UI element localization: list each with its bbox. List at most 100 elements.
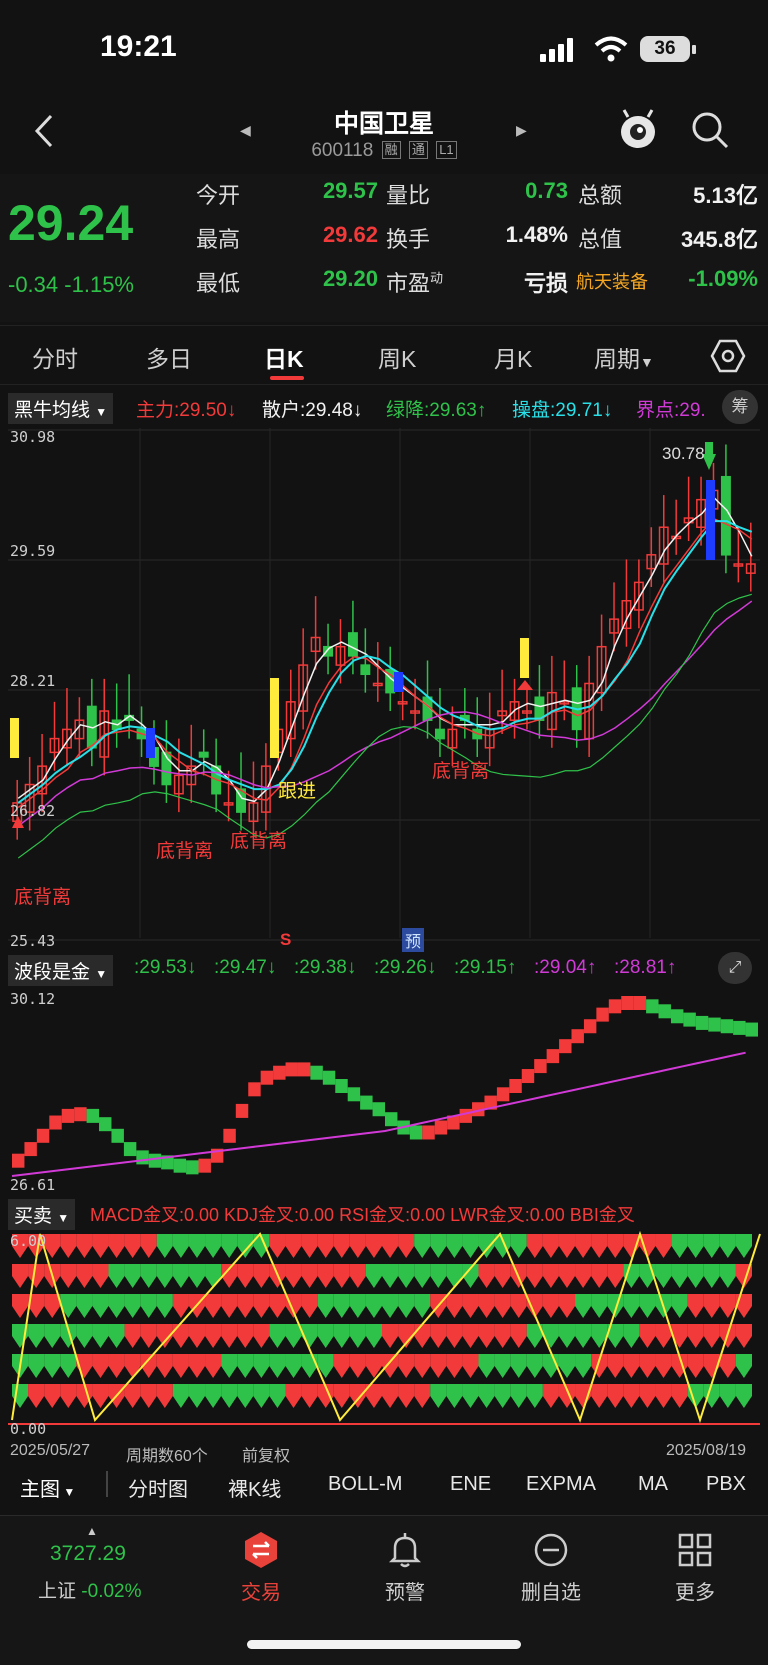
signal-up-arrow [221, 1294, 238, 1318]
signal-up-arrow [478, 1294, 495, 1318]
overlay-expma[interactable]: EXPMA [526, 1473, 596, 1496]
overlay-main-label: 主图 [20, 1479, 60, 1501]
signal-up-arrow [92, 1264, 109, 1288]
signal-up-arrow [108, 1354, 125, 1378]
signal-up-arrow [349, 1264, 366, 1288]
dock-alert[interactable]: 预警 [350, 1530, 460, 1605]
settings-hexagon-icon[interactable] [710, 338, 746, 374]
wave-indicator-bar: 波段是金 ▼ :29.53↓ :29.47↓ :29.38↓ :29.26↓ :… [0, 952, 768, 986]
turnover-label: 换手 [386, 227, 431, 252]
wave-indicator-select[interactable]: 波段是金 ▼ [8, 955, 114, 986]
grid-icon [678, 1533, 712, 1567]
wave-block [198, 1158, 211, 1173]
signal-up-arrow [124, 1234, 141, 1258]
signal-up-arrow [639, 1324, 656, 1348]
signal-up-arrow [269, 1294, 286, 1318]
signal-down-arrow [735, 1354, 752, 1378]
signal-chart[interactable] [0, 1230, 768, 1438]
volume-ratio-label: 量比 [386, 183, 431, 208]
signal-up-arrow [92, 1234, 109, 1258]
wave-block [571, 1029, 584, 1044]
signal-up-arrow [301, 1234, 318, 1258]
signal-down-arrow [253, 1384, 270, 1408]
amount-value: 5.13亿 [693, 183, 758, 208]
signal-up-arrow [60, 1264, 77, 1288]
signal-up-arrow [333, 1234, 350, 1258]
tab-period[interactable]: 周期▼ [594, 340, 654, 374]
wave-block [521, 1069, 535, 1084]
signal-up-arrow [172, 1354, 189, 1378]
open-value: 29.57 [322, 178, 378, 203]
wave-block [385, 1112, 398, 1127]
index-percent: -0.02% [81, 1581, 142, 1602]
mascot-icon[interactable] [616, 108, 660, 152]
dock-trade[interactable]: 交易 [206, 1530, 316, 1605]
signal-down-arrow [687, 1264, 704, 1288]
expand-icon[interactable]: ⤢ [718, 952, 752, 984]
indicator-retail: 散户:29.48↓ [262, 400, 363, 421]
signal-up-arrow [76, 1264, 93, 1288]
signal-up-arrow [60, 1234, 77, 1258]
overlay-intraday-chart[interactable]: 分时图 [128, 1473, 188, 1502]
wave-block [646, 999, 659, 1014]
overlay-main-select[interactable]: 主图 ▼ [20, 1473, 75, 1502]
signal-up-arrow [494, 1264, 511, 1288]
wave-block [409, 1125, 423, 1140]
wave-block [670, 1009, 684, 1024]
signal-up-arrow [237, 1294, 254, 1318]
wave-block [12, 1153, 25, 1168]
tab-intraday[interactable]: 分时 [32, 340, 78, 374]
signal-up-arrow [285, 1384, 302, 1408]
wave-block [708, 1017, 721, 1032]
chip-button[interactable]: 筹 [722, 390, 758, 424]
signal-down-arrow [285, 1324, 302, 1348]
signal-down-arrow [221, 1234, 238, 1258]
overlay-naked-k[interactable]: 裸K线 [228, 1473, 281, 1502]
signal-up-arrow [333, 1354, 350, 1378]
signal-bar [270, 678, 279, 758]
signal-indicator-select[interactable]: 买卖 ▼ [8, 1199, 76, 1230]
signal-up-arrow [124, 1354, 141, 1378]
tab-multi-day[interactable]: 多日 [146, 340, 192, 374]
signal-up-arrow [446, 1354, 463, 1378]
price-axis-top: 30.98 [10, 428, 56, 446]
index-line[interactable]: 上证 -0.02% [38, 1576, 142, 1603]
signal-down-arrow [92, 1324, 109, 1348]
signal-down-arrow [221, 1354, 238, 1378]
indicator-operate: 操盘:29.71↓ [512, 400, 613, 421]
signal-down-arrow [671, 1234, 688, 1258]
tab-weekly-k[interactable]: 周K [378, 340, 416, 374]
overlay-pbx[interactable]: PBX [706, 1473, 746, 1496]
overlay-ma[interactable]: MA [638, 1473, 668, 1496]
high-value: 29.62 [322, 222, 378, 247]
wave-block [260, 1070, 274, 1085]
dock-remove-watchlist[interactable]: 删自选 [496, 1530, 606, 1605]
signal-down-arrow [703, 1264, 720, 1288]
search-icon[interactable] [690, 110, 730, 150]
sector-link[interactable]: 航天装备 [576, 268, 648, 294]
signal-down-arrow [414, 1294, 431, 1318]
signal-up-arrow [253, 1324, 270, 1348]
signal-up-arrow [301, 1294, 318, 1318]
kline-chart[interactable] [0, 428, 768, 948]
pe-label-text: 市盈 [386, 271, 431, 296]
signal-down-arrow [687, 1234, 704, 1258]
signal-up-arrow [655, 1234, 672, 1258]
overlay-ene[interactable]: ENE [450, 1473, 491, 1496]
wave-chart[interactable] [0, 986, 768, 1192]
signal-up-arrow [591, 1264, 608, 1288]
signal-down-arrow [76, 1324, 93, 1348]
main-indicator-select[interactable]: 黑牛均线 ▼ [8, 393, 114, 424]
signal-bar [706, 480, 715, 560]
overlay-boll-m[interactable]: BOLL-M [328, 1473, 402, 1496]
end-date: 2025/08/19 [666, 1442, 747, 1459]
dock-more[interactable]: 更多 [640, 1530, 750, 1605]
tab-monthly-k[interactable]: 月K [494, 340, 532, 374]
signal-up-arrow [76, 1234, 93, 1258]
wave-block [583, 1019, 597, 1034]
wave-block [136, 1150, 149, 1165]
signal-up-arrow [703, 1294, 720, 1318]
index-value[interactable]: 3727.29 [50, 1542, 126, 1566]
tab-daily-k[interactable]: 日K [264, 340, 304, 374]
signal-up-arrow [349, 1234, 366, 1258]
